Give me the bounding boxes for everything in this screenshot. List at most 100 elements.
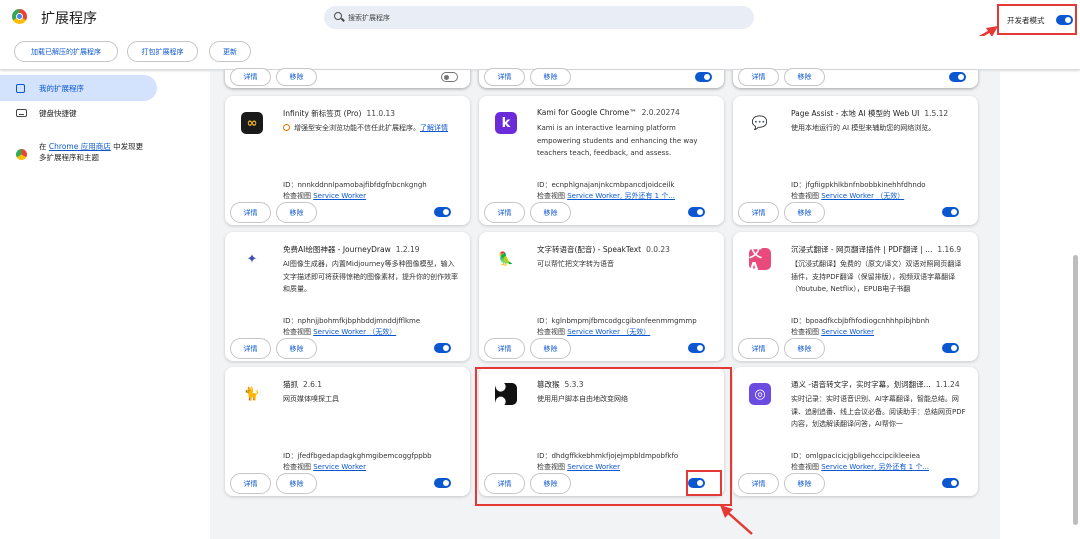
remove-button[interactable]: 移除	[530, 202, 571, 223]
developer-mode-highlight: 开发者模式	[997, 4, 1077, 35]
extension-name-text: Infinity 新标签页 (Pro)	[283, 109, 362, 118]
extension-toggle[interactable]	[434, 478, 451, 488]
search-icon	[334, 12, 342, 20]
search-input[interactable]	[348, 10, 738, 25]
extension-version: 1.1.24	[935, 380, 960, 389]
inspect-views-prefix: 检查视图	[283, 463, 314, 471]
extension-toggle[interactable]	[942, 343, 959, 353]
details-button[interactable]: 详情	[230, 68, 271, 86]
extension-name: 通义 -语音转文字，实时字幕，划词翻译... 1.1.24	[791, 379, 971, 390]
details-button[interactable]: 详情	[230, 473, 271, 494]
remove-button[interactable]: 移除	[530, 68, 571, 86]
remove-button[interactable]: 移除	[784, 473, 825, 494]
inspect-views-prefix: 检查视图	[537, 192, 568, 200]
remove-button[interactable]: 移除	[530, 338, 571, 359]
search-bar[interactable]	[324, 6, 754, 29]
id-prefix: ID：	[791, 181, 806, 189]
extension-toggle[interactable]	[942, 207, 959, 217]
extension-toggle[interactable]	[441, 72, 458, 82]
extension-card: 🐈 猫抓 2.6.1 网页媒体嗅探工具 ID：jfedfbgedapdagkghm…	[225, 367, 470, 496]
service-worker-link[interactable]: Service Worker, 另外还有 1 个...	[567, 192, 675, 200]
remove-button[interactable]: 移除	[276, 338, 317, 359]
sidebar-item-webstore: 在 Chrome 应用商店 中发现更多扩展程序和主题	[0, 138, 157, 170]
service-worker-link[interactable]: Service Worker	[821, 328, 874, 336]
inspect-views-prefix: 检查视图	[537, 328, 568, 336]
inspect-views: 检查视图 Service Worker （无效）	[283, 327, 396, 337]
service-worker-link[interactable]: Service Worker	[313, 463, 366, 471]
extension-version: 1.16.9	[937, 245, 962, 254]
extension-version: 1.2.19	[395, 245, 420, 254]
developer-mode-toggle[interactable]	[1056, 15, 1073, 25]
extension-id: ID：omlgpacicicjgbligehccipcikleeiea	[791, 451, 920, 461]
remove-button[interactable]: 移除	[784, 68, 825, 86]
extension-description: 可以帮忙把文字转为语音	[537, 260, 614, 268]
extension-icon: ∞	[241, 112, 263, 134]
details-button[interactable]: 详情	[738, 202, 779, 223]
details-button[interactable]: 详情	[484, 338, 525, 359]
extension-name: 猫抓 2.6.1	[283, 379, 463, 390]
annotation-arrow-bottom	[720, 505, 753, 535]
extension-toggle[interactable]	[434, 343, 451, 353]
extension-description: Kami is an interactive learning platform…	[537, 124, 698, 157]
update-button[interactable]: 更新	[209, 41, 251, 62]
details-button[interactable]: 详情	[484, 68, 525, 86]
scrollbar[interactable]	[1073, 255, 1078, 525]
extension-name-text: Kami for Google Chrome™	[537, 108, 637, 117]
details-button[interactable]: 详情	[738, 68, 779, 86]
details-button[interactable]: 详情	[230, 202, 271, 223]
details-button[interactable]: 详情	[230, 338, 271, 359]
sidebar-item-shortcuts[interactable]: 键盘快捷键	[0, 100, 157, 126]
service-worker-link[interactable]: Service Worker （无效）	[821, 192, 904, 200]
load-unpacked-button[interactable]: 加载已解压的扩展程序	[14, 41, 118, 62]
inspect-views: 检查视图 Service Worker （无效）	[791, 191, 904, 201]
warning-text: 增强型安全浏览功能不信任此扩展程序。	[294, 124, 420, 132]
extension-card: 💬 Page Assist - 本地 AI 模型的 Web UI 1.5.12 使…	[733, 96, 978, 225]
sidebar-item-label: 我的扩展程序	[39, 83, 84, 93]
pack-extension-button[interactable]: 打包扩展程序	[127, 41, 198, 62]
extension-toggle[interactable]	[695, 72, 712, 82]
sidebar-item-my-extensions[interactable]: 我的扩展程序	[0, 75, 157, 101]
id-value: kglnbmpmjfbmcodgcgibonfeenmmgmmp	[551, 317, 697, 325]
remove-button[interactable]: 移除	[784, 338, 825, 359]
extension-toggle[interactable]	[688, 207, 705, 217]
details-button[interactable]: 详情	[484, 202, 525, 223]
service-worker-link[interactable]: Service Worker	[313, 192, 366, 200]
extension-card: 文A 沉浸式翻译 - 网页翻译插件 | PDF翻译 | ... 1.16.9 【沉…	[733, 232, 978, 361]
remove-button[interactable]: 移除	[276, 202, 317, 223]
extension-icon: ✦	[241, 248, 263, 270]
extension-toggle[interactable]	[949, 72, 966, 82]
extension-description: AI图像生成器，内置Midjourney等多种图像模型，输入文字描述即可将获得惊…	[283, 260, 458, 293]
service-worker-link[interactable]: Service Worker （无效）	[313, 328, 396, 336]
inspect-views: 检查视图 Service Worker, 另外还有 1 个...	[537, 191, 675, 201]
extension-toggle[interactable]	[942, 478, 959, 488]
webstore-icon	[16, 149, 27, 160]
page-title: 扩展程序	[41, 11, 97, 27]
inspect-views: 检查视图 Service Worker （无效）	[537, 327, 650, 337]
inspect-views: 检查视图 Service Worker, 另外还有 1 个...	[791, 462, 929, 472]
id-value: jfedfbgedapdagkghmgibemcoggfppbb	[297, 452, 432, 460]
extension-toggle[interactable]	[434, 207, 451, 217]
service-worker-link[interactable]: Service Worker （无效）	[567, 328, 650, 336]
id-prefix: ID：	[791, 317, 806, 325]
extension-name-text: 文字转语音(配音) - SpeakText	[537, 245, 642, 254]
extension-card: k Kami for Google Chrome™ 2.0.20274 Kami …	[479, 96, 724, 225]
service-worker-link[interactable]: Service Worker, 另外还有 1 个...	[821, 463, 929, 471]
inspect-views-prefix: 检查视图	[791, 328, 822, 336]
extension-card-partial-strip: 详情 移除	[479, 68, 724, 88]
webstore-link[interactable]: Chrome 应用商店	[49, 142, 111, 151]
extension-icon: 🦜	[495, 248, 517, 270]
extension-name: Kami for Google Chrome™ 2.0.20274	[537, 108, 717, 117]
remove-button[interactable]: 移除	[276, 68, 317, 86]
extension-card-partial-strip: 详情 移除	[225, 68, 470, 88]
remove-button[interactable]: 移除	[784, 202, 825, 223]
details-button[interactable]: 详情	[738, 338, 779, 359]
extension-icon: 💬	[749, 112, 771, 134]
learn-more-link[interactable]: 了解详情	[420, 124, 448, 132]
extension-version: 2.6.1	[303, 380, 323, 389]
extension-toggle[interactable]	[688, 343, 705, 353]
remove-button[interactable]: 移除	[276, 473, 317, 494]
details-button[interactable]: 详情	[738, 473, 779, 494]
extension-name: Page Assist - 本地 AI 模型的 Web UI 1.5.12	[791, 108, 971, 119]
id-value: omlgpacicicjgbligehccipcikleeiea	[805, 452, 921, 460]
id-prefix: ID：	[283, 452, 298, 460]
